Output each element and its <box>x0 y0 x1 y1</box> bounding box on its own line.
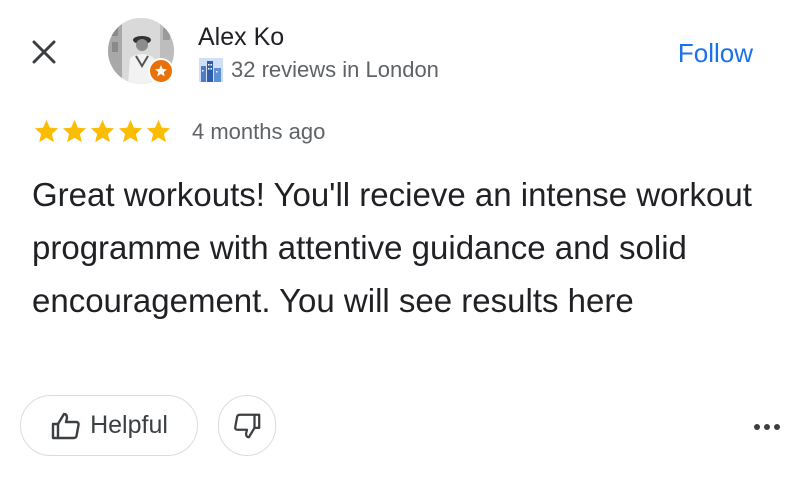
helpful-button[interactable]: Helpful <box>20 395 198 456</box>
star-icon <box>118 120 143 143</box>
review-text: Great workouts! You'll recieve an intens… <box>32 176 752 319</box>
thumbs-up-icon <box>51 412 80 439</box>
reviewer-name[interactable]: Alex Ko <box>198 23 284 52</box>
local-guide-badge <box>148 58 174 84</box>
close-button[interactable] <box>26 34 62 70</box>
local-guide-badge-icon <box>155 65 167 77</box>
helpful-label: Helpful <box>90 411 168 439</box>
more-options-button[interactable] <box>747 412 787 442</box>
more-horizontal-icon <box>774 424 780 430</box>
star-icon <box>146 120 171 143</box>
not-helpful-button[interactable] <box>218 395 276 456</box>
star-icon <box>90 120 115 143</box>
star-icon <box>62 120 87 143</box>
follow-button[interactable]: Follow <box>678 38 753 69</box>
city-icon <box>199 58 223 82</box>
rating-row: 4 months ago <box>33 118 325 145</box>
star-rating <box>33 118 172 145</box>
thumbs-down-icon <box>234 413 261 438</box>
star-icon <box>34 120 59 143</box>
close-icon <box>32 40 56 64</box>
reviewer-meta: 32 reviews in London <box>199 57 439 83</box>
review-actions: Helpful <box>20 395 276 456</box>
more-horizontal-icon <box>754 424 760 430</box>
review-time: 4 months ago <box>192 118 326 144</box>
more-horizontal-icon <box>764 424 770 430</box>
reviewer-review-count: 32 reviews in London <box>231 57 439 82</box>
